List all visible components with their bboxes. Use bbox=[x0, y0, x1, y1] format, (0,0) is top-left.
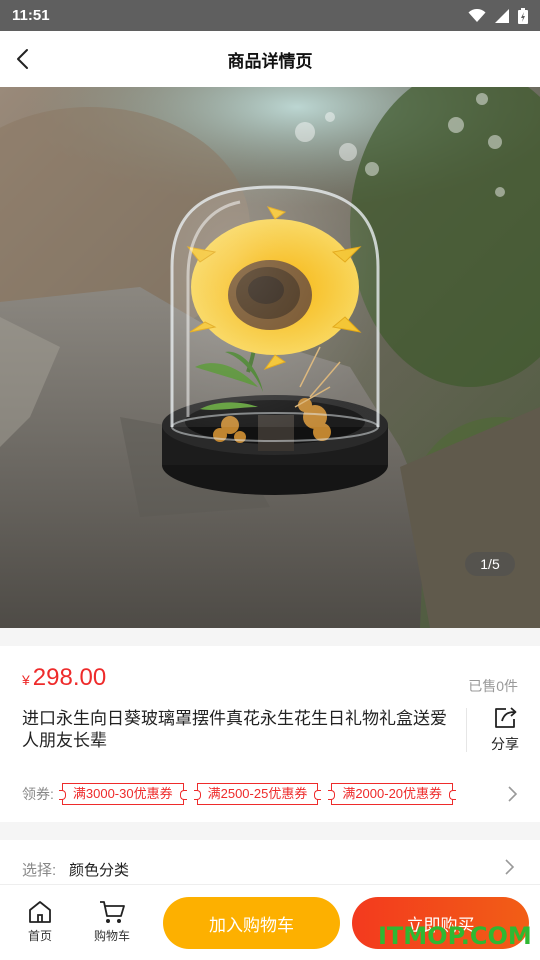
sold-count: 已售0件 bbox=[468, 678, 518, 694]
share-label: 分享 bbox=[491, 736, 519, 752]
coupon-2000[interactable]: 满2000-20优惠券 bbox=[328, 783, 456, 805]
battery-icon bbox=[518, 7, 528, 24]
share-icon bbox=[495, 707, 517, 728]
chevron-right-icon bbox=[505, 859, 515, 875]
nav-bar: 商品详情页 bbox=[0, 31, 540, 87]
page-title: 商品详情页 bbox=[227, 51, 313, 71]
coupon-row: 领券: 满3000-30优惠券 满2500-25优惠券 满2000-20优惠券 bbox=[22, 782, 522, 806]
gallery-pager: 1/5 bbox=[465, 552, 515, 576]
chevron-right-icon[interactable] bbox=[502, 784, 522, 804]
chevron-left-icon[interactable] bbox=[12, 47, 36, 71]
spec-value: 颜色分类 bbox=[69, 862, 130, 879]
product-image-gallery[interactable]: 1/5 bbox=[0, 87, 540, 628]
home-label: 首页 bbox=[27, 929, 52, 943]
tab-cart[interactable]: 购物车 bbox=[92, 899, 132, 944]
divider bbox=[466, 708, 467, 752]
home-icon bbox=[29, 901, 51, 923]
coupon-label: 领券: bbox=[22, 786, 54, 802]
watermark: ITMOP.COM bbox=[378, 922, 532, 950]
product-image bbox=[0, 87, 540, 628]
tab-home[interactable]: 首页 bbox=[24, 899, 56, 944]
currency-symbol: ¥ bbox=[22, 672, 30, 688]
product-price: ¥ 298.00 bbox=[22, 664, 106, 692]
cart-icon bbox=[100, 901, 125, 923]
share-button[interactable]: 分享 bbox=[480, 706, 530, 754]
signal-icon bbox=[495, 8, 509, 23]
status-time: 11:51 bbox=[12, 7, 50, 24]
wifi-icon bbox=[468, 8, 486, 22]
coupon-3000[interactable]: 满3000-30优惠券 bbox=[58, 783, 187, 805]
status-icons bbox=[468, 7, 528, 24]
status-bar: 11:51 bbox=[0, 0, 540, 31]
cart-label: 购物车 bbox=[93, 929, 130, 943]
spec-selector[interactable]: 选择: 颜色分类 bbox=[0, 840, 540, 884]
product-info-card: ¥ 298.00 已售0件 进口永生向日葵玻璃罩摆件真花永生花生日礼物礼盒送爱人… bbox=[0, 646, 540, 822]
product-title: 进口永生向日葵玻璃罩摆件真花永生花生日礼物礼盒送爱人朋友长辈 bbox=[22, 709, 447, 750]
coupon-2500[interactable]: 满2500-25优惠券 bbox=[193, 783, 322, 805]
add-to-cart-button[interactable]: 加入购物车 bbox=[163, 897, 340, 949]
spec-label: 选择: bbox=[22, 862, 57, 879]
price-value: 298.00 bbox=[32, 664, 107, 691]
